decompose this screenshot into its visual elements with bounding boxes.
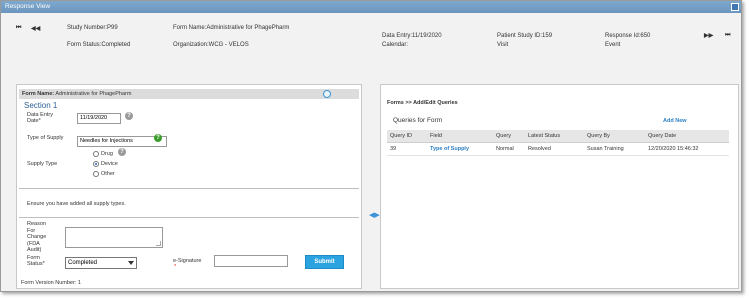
supply-type-drug-radio[interactable]	[93, 151, 99, 157]
column-header-field[interactable]: Field	[427, 130, 493, 143]
form-status-label-2: Status*	[27, 261, 45, 267]
supply-type-label: Supply Type	[27, 161, 58, 167]
queries-panel: Forms >> Add/Edit Queries Queries for Fo…	[380, 84, 739, 289]
response-view-window: Response View ⏮ ◀◀ Study Number:P99 Form…	[0, 0, 742, 292]
last-record-icon[interactable]: ⏭	[725, 32, 730, 39]
query-by-cell: Susan Training	[584, 142, 645, 156]
section-title: Section 1	[24, 101, 58, 110]
form-status-value: Completed	[68, 260, 98, 266]
response-id: Response Id:650	[605, 33, 651, 39]
supply-types-note: Ensure you have added all supply types.	[27, 201, 126, 207]
queries-breadcrumb: Forms >> Add/Edit Queries	[387, 100, 458, 106]
form-status-select[interactable]: Completed	[65, 257, 137, 269]
required-marker: *	[174, 264, 177, 270]
reason-for-change-label-5: Audit)	[27, 247, 42, 253]
divider	[19, 188, 359, 189]
globe-icon[interactable]	[323, 90, 331, 98]
column-header-query[interactable]: Query	[493, 130, 525, 143]
previous-record-icon[interactable]: ◀◀	[31, 25, 40, 32]
queries-header-row: Query ID Field Query Latest Status Query…	[387, 130, 729, 143]
organization: Organization:WCG - VELOS	[173, 42, 249, 48]
supply-type-other-label: Other	[101, 171, 115, 177]
help-icon[interactable]: ?	[118, 148, 126, 156]
esignature-input[interactable]	[214, 255, 288, 267]
esignature-label: e-Signature	[173, 258, 202, 264]
queries-title: Queries for Form	[393, 117, 443, 124]
response-header: ⏮ ◀◀ Study Number:P99 Form Name:Administ…	[1, 13, 741, 69]
form-name-value: Administrative for PhagePharm	[55, 91, 132, 97]
maximize-icon[interactable]	[731, 3, 739, 11]
data-entry-date-label-2: Date*	[27, 118, 41, 124]
supply-type-device-label: Device	[101, 161, 118, 167]
query-date-cell: 12/20/2020 15:46:32	[645, 142, 729, 156]
column-header-query-date[interactable]: Query Date	[645, 130, 729, 143]
panel-splitter-handle[interactable]: ◀▶	[369, 212, 380, 220]
field-link[interactable]: Type of Supply	[427, 142, 493, 156]
supply-type-device-radio[interactable]	[93, 161, 99, 167]
query-id-cell: 39	[387, 142, 427, 156]
submit-button[interactable]: Submit	[305, 255, 344, 269]
window-titlebar: Response View	[1, 1, 741, 13]
supply-type-other-radio[interactable]	[93, 171, 99, 177]
data-entry-date: Data Entry:11/19/2020	[382, 33, 442, 39]
event: Event	[605, 42, 621, 48]
header-form-name: Form Name:Administrative for PhagePharm	[173, 25, 290, 31]
form-panel: Form Name: Administrative for PhagePharm…	[16, 84, 362, 289]
table-row[interactable]: 39 Type of Supply Normal Resolved Susan …	[387, 142, 729, 156]
query-type-cell: Normal	[493, 142, 525, 156]
form-name-label: Form Name:	[22, 91, 55, 97]
data-entry-date-input[interactable]: 11/19/2020	[77, 113, 121, 124]
calendar: Calendar:	[382, 42, 409, 48]
chevron-down-icon	[128, 261, 134, 265]
divider	[19, 217, 359, 218]
window-title: Response View	[5, 3, 51, 10]
help-icon[interactable]: ?	[125, 112, 133, 120]
column-header-query-by[interactable]: Query By	[584, 130, 645, 143]
supply-type-drug-label: Drug	[101, 151, 113, 157]
type-of-supply-label: Type of Supply	[27, 135, 64, 141]
column-header-query-id[interactable]: Query ID	[387, 130, 427, 143]
first-record-icon[interactable]: ⏮	[16, 25, 21, 32]
queries-table: Query ID Field Query Latest Status Query…	[387, 130, 729, 156]
visit: Visit	[497, 42, 509, 48]
reason-for-change-textarea[interactable]	[65, 227, 163, 248]
latest-status-cell: Resolved	[525, 142, 584, 156]
study-number: Study Number:P99	[67, 25, 118, 31]
form-version-number: Form Version Number: 1	[21, 280, 81, 286]
column-header-latest-status[interactable]: Latest Status	[525, 130, 584, 143]
form-name-bar: Form Name: Administrative for PhagePharm	[19, 89, 359, 99]
query-status-icon[interactable]: ?	[154, 134, 162, 142]
patient-study-id: Patient Study ID:159	[497, 33, 553, 39]
add-new-query-link[interactable]: Add New	[663, 118, 687, 124]
next-record-icon[interactable]: ▶▶	[704, 32, 713, 39]
form-status: Form Status:Completed	[67, 42, 131, 48]
